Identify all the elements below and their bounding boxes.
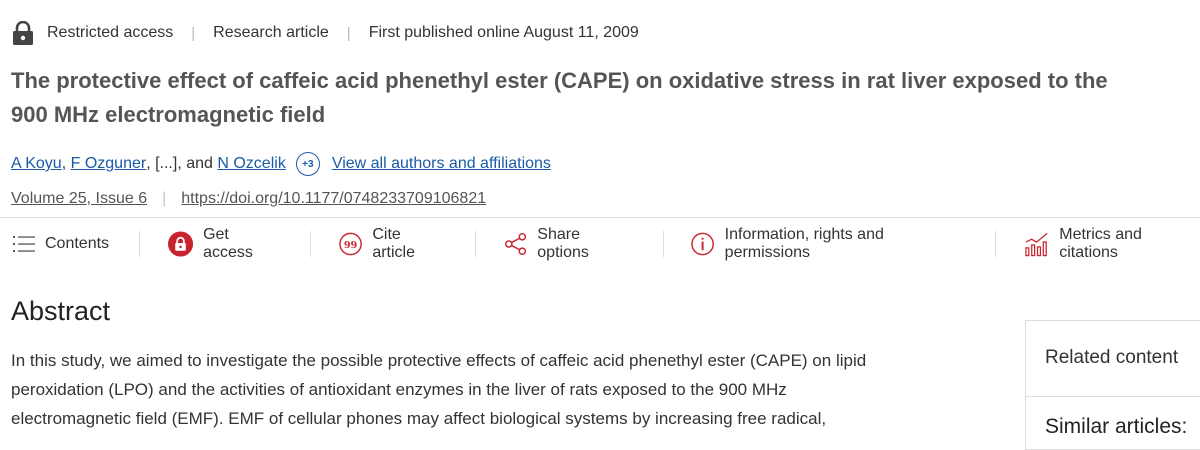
publication-info: Volume 25, Issue 6 | https://doi.org/10.… [11,188,486,210]
author-list: A Koyu , F Ozguner , [...], and N Ozceli… [11,150,551,178]
panel-divider [1026,396,1200,397]
metrics-icon [1025,232,1048,257]
meta-separator: | [346,24,351,42]
toolbar-separator [995,231,997,257]
lock-icon [13,21,33,45]
volume-issue-link[interactable]: Volume 25, Issue 6 [11,190,147,208]
author-link[interactable]: N Ozcelik [217,155,285,173]
toolbar-divider [0,217,1200,218]
get-access-label: Get access [203,226,253,261]
author-link[interactable]: A Koyu [11,155,62,173]
view-all-authors-link[interactable]: View all authors and affiliations [332,155,551,173]
similar-articles-heading: Similar articles: [1045,415,1188,438]
metrics-label: Metrics and citations [1059,226,1142,261]
get-access-lock-icon [168,231,194,257]
cite-icon: 99 [339,232,363,256]
contents-icon [13,236,35,252]
toolbar-separator [662,231,664,257]
contents-button[interactable]: Contents [13,235,109,253]
abstract-heading: Abstract [11,296,111,326]
info-label: Information, rights and permissions [724,226,884,261]
share-label: Share options [537,226,589,261]
author-separator: , [61,155,67,172]
related-content-panel: Related content Similar articles: [1025,320,1200,450]
pub-separator: | [162,190,167,207]
cite-label: Cite article [372,226,416,261]
article-type: Research article [213,24,329,41]
svg-text:99: 99 [344,240,358,251]
contents-label: Contents [45,235,110,252]
access-label: Restricted access [47,24,174,41]
meta-separator: | [191,24,196,42]
article-meta: Restricted access | Research article | F… [12,21,639,45]
doi-link[interactable]: https://doi.org/10.1177/0748233709106821 [181,190,486,208]
article-toolbar: Contents Get access 99 Cite article Shar… [13,226,1200,262]
more-authors-badge[interactable]: +3 [295,152,320,176]
info-icon [691,232,715,256]
toolbar-separator [310,231,312,257]
get-access-button[interactable]: Get access [168,226,280,262]
share-options-button[interactable]: Share options [504,226,632,262]
share-icon [505,232,527,256]
metrics-citations-button[interactable]: Metrics and citations [1024,226,1200,262]
info-rights-button[interactable]: Information, rights and permissions [691,226,965,262]
toolbar-separator [139,231,141,257]
abstract-text: In this study, we aimed to investigate t… [11,351,867,428]
cite-article-button[interactable]: 99 Cite article [339,226,445,262]
author-ellipsis: , [...], and [146,155,213,172]
related-content-heading[interactable]: Related content [1045,347,1178,369]
published-date: First published online August 11, 2009 [368,24,639,41]
author-link[interactable]: F Ozguner [71,155,147,173]
toolbar-separator [475,231,477,257]
article-title: The protective effect of caffeic acid ph… [11,68,1108,127]
